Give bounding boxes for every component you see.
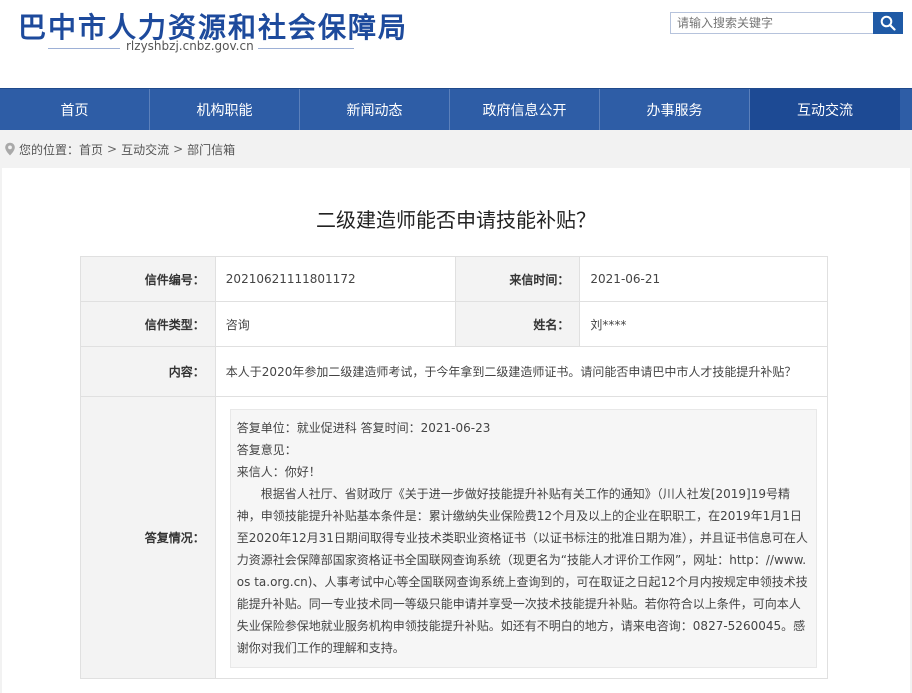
letter-reply-label: 答复情况： <box>80 396 216 679</box>
nav-item-home[interactable]: 首页 <box>0 89 150 130</box>
breadcrumb-mailbox[interactable]: 部门信箱 <box>187 141 235 158</box>
letter-name-value: 刘**** <box>579 301 828 347</box>
main-nav: 首页 机构职能 新闻动态 政府信息公开 办事服务 互动交流 <box>0 88 912 130</box>
letter-content-label: 内容： <box>80 346 216 397</box>
reply-greeting: 来信人：你好！ <box>236 465 321 479</box>
site-url: rlzyshbzj.cnbz.gov.cn <box>126 39 254 53</box>
breadcrumb: 您的位置： 首页 > 互动交流 > 部门信箱 <box>4 141 235 157</box>
letter-name-label: 姓名： <box>454 301 581 347</box>
reply-cell: 答复单位：就业促进科 答复时间：2021-06-23 答复意见： 来信人：你好！… <box>214 396 829 679</box>
page-title: 二级建造师能否申请技能补贴？ <box>316 208 596 232</box>
letter-table: 信件编号： 20210621111801172 来信时间： 2021-06-21… <box>80 256 829 679</box>
reply-box: 答复单位：就业促进科 答复时间：2021-06-23 答复意见： 来信人：你好！… <box>229 409 817 668</box>
content-panel: 二级建造师能否申请技能补贴？ 信件编号： 20210621111801172 来… <box>2 168 910 693</box>
search-icon <box>880 15 896 31</box>
nav-item-services[interactable]: 办事服务 <box>600 89 750 130</box>
breadcrumb-prefix: 您的位置： <box>19 142 80 157</box>
nav-item-news[interactable]: 新闻动态 <box>300 89 450 130</box>
letter-number-value: 20210621111801172 <box>214 256 456 302</box>
nav-item-functions[interactable]: 机构职能 <box>150 89 300 130</box>
breadcrumb-separator: > <box>173 142 184 156</box>
letter-type-label: 信件类型： <box>80 301 216 347</box>
table-row: 答复情况： 答复单位：就业促进科 答复时间：2021-06-23 答复意见： 来… <box>80 396 829 679</box>
reply-body: 根据省人社厅、省财政厅《关于进一步做好技能提升补贴有关工作的通知》（川人社发[2… <box>236 487 808 655</box>
table-row: 信件类型： 咨询 姓名： 刘**** <box>80 301 828 347</box>
url-divider-right <box>258 48 354 49</box>
letter-number-label: 信件编号： <box>80 256 216 302</box>
reply-unit-line: 答复单位：就业促进科 答复时间：2021-06-23 <box>236 421 491 435</box>
search-input[interactable] <box>670 12 873 34</box>
site-header: 巴中市人力资源和社会保障局 rlzyshbzj.cnbz.gov.cn <box>0 0 912 88</box>
reply-opinion-label: 答复意见： <box>236 443 297 457</box>
nav-item-interaction[interactable]: 互动交流 <box>750 89 900 130</box>
nav-item-gov-info[interactable]: 政府信息公开 <box>450 89 600 130</box>
table-row: 信件编号： 20210621111801172 来信时间： 2021-06-21 <box>80 256 828 302</box>
breadcrumb-home[interactable]: 首页 <box>79 141 103 158</box>
search-button[interactable] <box>873 12 903 34</box>
letter-date-label: 来信时间： <box>454 256 581 302</box>
breadcrumb-interaction[interactable]: 互动交流 <box>121 141 169 158</box>
letter-type-value: 咨询 <box>214 301 456 347</box>
breadcrumb-separator: > <box>107 142 118 156</box>
letter-date-value: 2021-06-21 <box>579 256 828 302</box>
table-row: 内容： 本人于2020年参加二级建造师考试，于今年拿到二级建造师证书。请问能否申… <box>80 346 829 397</box>
location-pin-icon <box>4 142 16 156</box>
url-divider-left <box>48 48 120 49</box>
letter-content-value: 本人于2020年参加二级建造师考试，于今年拿到二级建造师证书。请问能否申请巴中市… <box>214 346 829 397</box>
